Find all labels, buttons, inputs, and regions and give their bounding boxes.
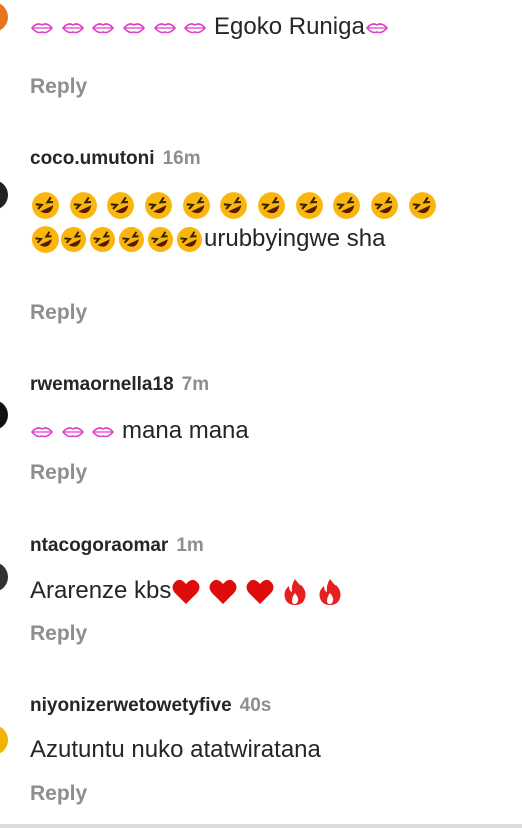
lips-icon (61, 22, 84, 33)
username-link[interactable]: coco.umutoni (30, 148, 155, 169)
reply-button[interactable]: Reply (30, 782, 87, 806)
comment-header: coco.umutoni 16m (30, 148, 201, 170)
rofl-emoji-icon (118, 227, 145, 253)
rofl-emoji-icon (69, 192, 97, 220)
rofl-emoji-icon (258, 192, 285, 220)
comment-timestamp: 1m (176, 535, 204, 556)
lips-icon (184, 22, 207, 33)
comment-header: ntacogoraomar 1m (30, 535, 204, 557)
rofl-emoji-icon (295, 192, 323, 220)
lips-icon (153, 22, 176, 33)
rofl-emoji-icon (147, 227, 174, 253)
lips-icon (92, 426, 115, 437)
red-heart-icon (172, 579, 200, 604)
comment-text: Ararenze kbs (30, 574, 470, 608)
lips-icon (365, 22, 388, 33)
comment-message: Ararenze kbs (30, 577, 172, 604)
comment-text: Azutuntu nuko atatwiratana (30, 733, 470, 767)
comment-text: Egoko Runiga (30, 10, 470, 44)
username-link[interactable]: ntacogoraomar (30, 535, 168, 556)
comment-message: mana mana (122, 417, 249, 444)
comment-text: urubbyingwe sha (30, 188, 470, 256)
username-link[interactable]: rwemaornella18 (30, 374, 174, 395)
rofl-emoji-icon (145, 192, 172, 220)
comment-header: rwemaornella18 7m (30, 374, 209, 396)
comment-timestamp: 7m (181, 374, 210, 395)
fire-icon (284, 578, 306, 605)
comment-header: niyonizerwetowetyfive 40s (30, 695, 271, 717)
bottom-divider (0, 824, 522, 828)
username-link[interactable]: niyonizerwetowetyfive (30, 695, 232, 716)
avatar[interactable] (0, 180, 8, 210)
lips-icon (61, 426, 84, 437)
rofl-emoji-line (30, 225, 204, 253)
rofl-emoji-icon (31, 227, 58, 253)
reply-button[interactable]: Reply (30, 301, 87, 325)
lips-icon (30, 22, 54, 33)
rofl-emoji-icon (182, 192, 210, 220)
rofl-emoji-icon (333, 192, 361, 220)
rofl-emoji-line (30, 188, 470, 254)
lips-emoji-group (30, 13, 214, 40)
lips-icon (122, 22, 146, 33)
rofl-emoji-icon (220, 192, 248, 220)
rofl-emoji-icon (89, 227, 116, 253)
red-heart-icon (209, 579, 237, 604)
rofl-emoji-icon (32, 192, 59, 220)
rofl-emoji-icon (408, 192, 436, 220)
rofl-emoji-icon (60, 227, 87, 253)
comment-text: mana mana (30, 414, 470, 448)
red-heart-icon (246, 579, 274, 604)
avatar[interactable] (0, 400, 8, 430)
comment-message: Azutuntu nuko atatwiratana (30, 736, 321, 763)
avatar[interactable] (0, 725, 8, 755)
avatar[interactable] (0, 562, 8, 592)
comment-timestamp: 16m (162, 148, 201, 169)
lips-icon (30, 426, 54, 437)
rofl-emoji-icon (371, 192, 398, 220)
reply-button[interactable]: Reply (30, 75, 87, 99)
comment-message: urubbyingwe sha (204, 225, 386, 252)
lips-icon (92, 22, 115, 33)
comment-message: Egoko Runiga (214, 13, 365, 40)
avatar[interactable] (0, 2, 8, 32)
comment-timestamp: 40s (239, 695, 272, 716)
reply-button[interactable]: Reply (30, 461, 87, 485)
fire-icon (319, 578, 341, 605)
reply-button[interactable]: Reply (30, 622, 87, 646)
rofl-emoji-icon (107, 192, 135, 220)
rofl-emoji-icon (176, 227, 203, 253)
